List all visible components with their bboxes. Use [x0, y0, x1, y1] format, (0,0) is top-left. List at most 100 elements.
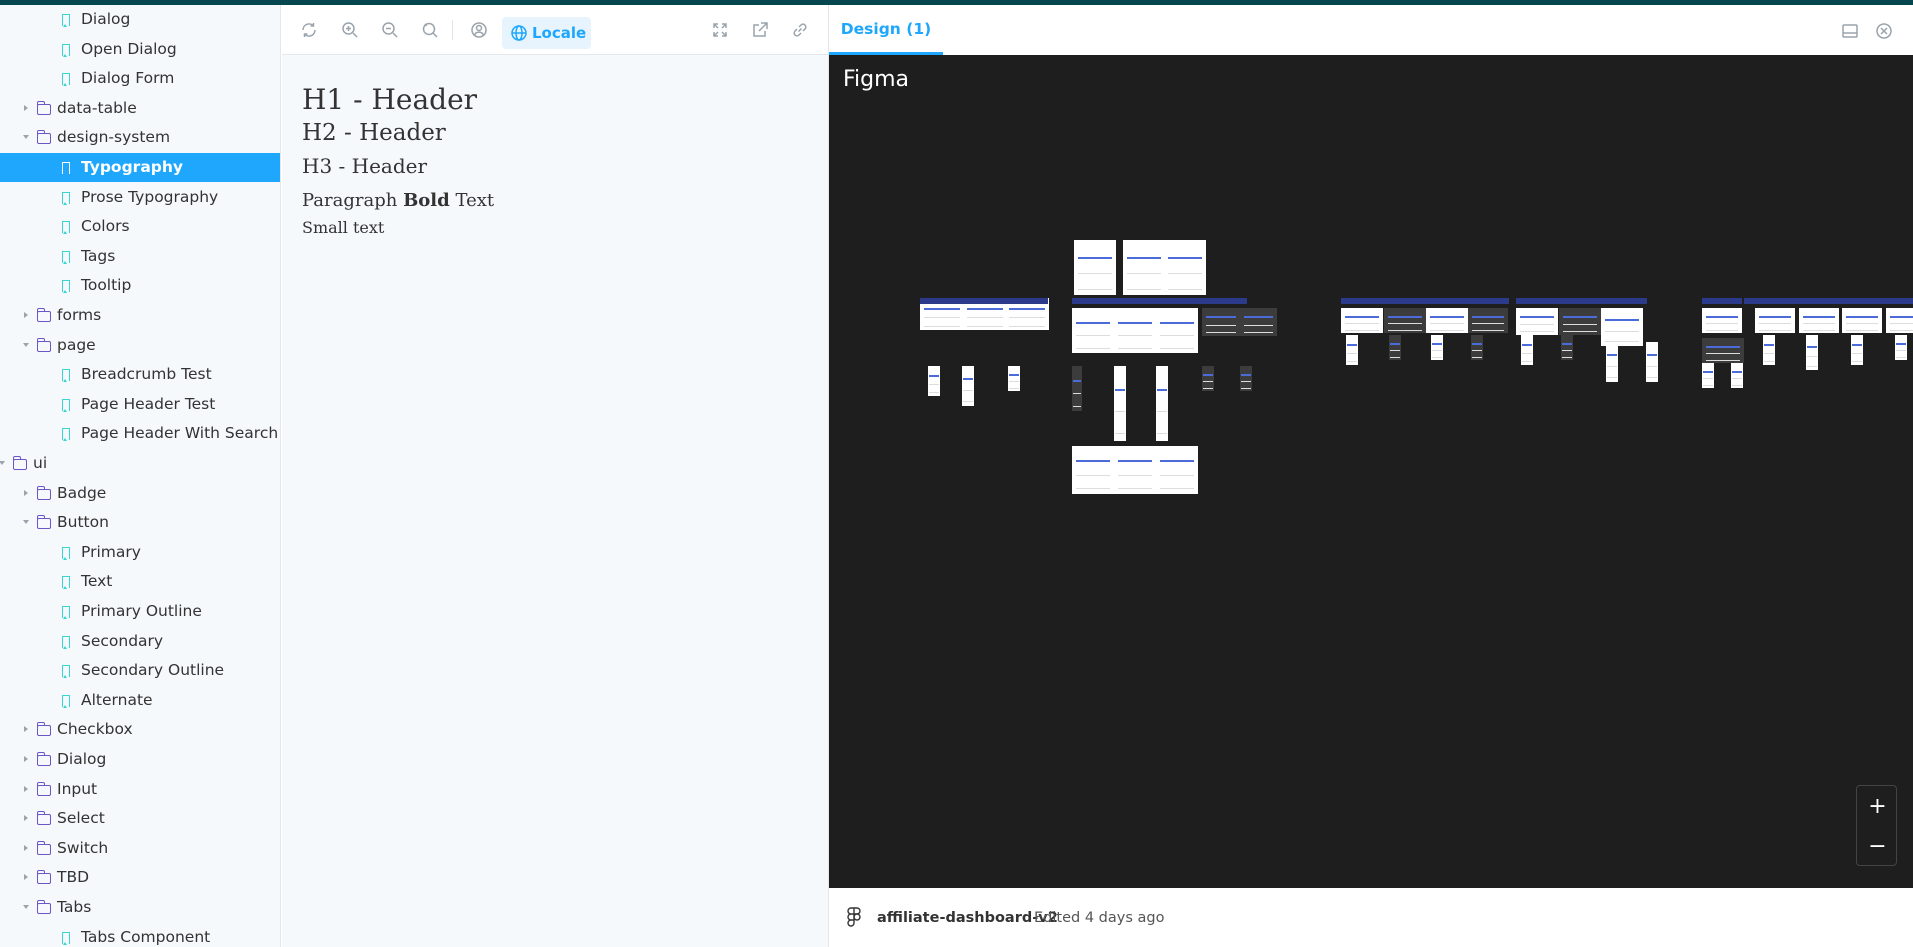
sidebar-item-label: Tabs Component: [81, 927, 211, 946]
preview-paragraph: Paragraph Bold Text: [302, 190, 494, 211]
figma-frame-thumbnail: [1123, 240, 1165, 295]
sidebar-folder[interactable]: Button: [0, 508, 280, 537]
sidebar-item-label: Typography: [81, 158, 184, 176]
figma-frame-thumbnail: [1731, 363, 1743, 388]
figma-frame-thumbnail: [1156, 308, 1198, 353]
sidebar-story[interactable]: Tabs Component: [0, 923, 280, 947]
chevron-right-icon: [22, 104, 30, 112]
sidebar-folder[interactable]: TBD: [0, 863, 280, 892]
open-new-tab-icon[interactable]: [749, 19, 771, 41]
sidebar-story[interactable]: Primary Outline: [0, 597, 280, 626]
zoom-in-button[interactable]: +: [1857, 786, 1898, 826]
folder-icon: [36, 100, 51, 115]
sidebar-folder[interactable]: Badge: [0, 479, 280, 508]
reload-icon[interactable]: [298, 19, 320, 41]
zoom-in-icon[interactable]: [339, 19, 361, 41]
sidebar-folder[interactable]: Tabs: [0, 893, 280, 922]
story-sidebar[interactable]: Dialog Open Dialog Dialog Form data-table de…: [0, 5, 281, 947]
sidebar-story[interactable]: Tags: [0, 242, 280, 271]
sidebar-story[interactable]: Typography: [0, 153, 280, 182]
fullscreen-icon[interactable]: [709, 19, 731, 41]
sidebar-item-label: Secondary: [81, 631, 164, 650]
sidebar-folder[interactable]: Input: [0, 775, 280, 804]
frame-content-lines: [963, 390, 973, 402]
sidebar-story[interactable]: Dialog Form: [0, 64, 280, 93]
figma-frame-thumbnail: [1516, 308, 1558, 335]
chevron-right-icon: [22, 814, 30, 822]
locale-button[interactable]: Locale: [502, 17, 591, 49]
figma-frame-thumbnail: [1072, 366, 1082, 411]
panel-orientation-icon[interactable]: [1840, 21, 1860, 41]
zoom-out-button[interactable]: −: [1857, 826, 1898, 866]
zoom-reset-icon[interactable]: [419, 19, 441, 41]
frame-content-lines: [967, 317, 1003, 327]
zoom-out-icon[interactable]: [379, 19, 401, 41]
frame-content: [1522, 344, 1532, 346]
figma-section-header: [1744, 298, 1913, 304]
figma-frame-thumbnail: [1164, 240, 1206, 295]
chevron-down-icon: [0, 459, 6, 467]
paragraph-text: Paragraph: [302, 190, 398, 211]
frame-content: [1607, 354, 1617, 356]
sidebar-folder[interactable]: design-system: [0, 123, 280, 152]
sidebar-story[interactable]: Alternate: [0, 686, 280, 715]
sidebar-item-label: TBD: [57, 868, 90, 887]
figma-frame-thumbnail: [1202, 366, 1214, 391]
sidebar-story[interactable]: Page Header Test: [0, 390, 280, 419]
frame-content-lines: [1520, 324, 1554, 333]
frame-content-lines: [1157, 411, 1167, 434]
figma-zoom-controls: + −: [1856, 785, 1897, 866]
sidebar-story[interactable]: Breadcrumb Test: [0, 360, 280, 389]
frame-content-lines: [1160, 335, 1194, 349]
sidebar-folder[interactable]: forms: [0, 301, 280, 330]
sidebar-folder[interactable]: Select: [0, 804, 280, 833]
frame-content-lines: [1118, 474, 1152, 490]
sidebar-story[interactable]: Tooltip: [0, 271, 280, 300]
frame-content: [1890, 315, 1913, 318]
canvas-toolbar: Locale: [282, 5, 828, 55]
sidebar-folder[interactable]: ui: [0, 449, 280, 478]
sidebar-story[interactable]: Secondary: [0, 627, 280, 656]
sidebar-item-label: Primary Outline: [81, 602, 202, 620]
frame-content: [1852, 344, 1862, 346]
sidebar-story[interactable]: Secondary Outline: [0, 656, 280, 685]
sidebar-folder[interactable]: Dialog: [0, 745, 280, 774]
sidebar-story[interactable]: Dialog: [0, 5, 280, 34]
sidebar-item-label: Page Header With Search: [81, 424, 279, 443]
locale-label: Locale: [532, 24, 587, 42]
frame-content: [1345, 315, 1379, 318]
tab-design[interactable]: Design (1): [829, 5, 943, 55]
figma-wordmark: Figma: [843, 67, 910, 92]
close-panel-icon[interactable]: [1874, 21, 1894, 41]
sidebar-story[interactable]: Page Header With Search: [0, 419, 280, 448]
sidebar-story[interactable]: Colors: [0, 212, 280, 241]
sidebar-story[interactable]: Open Dialog: [0, 35, 280, 64]
frame-content-lines: [1706, 353, 1740, 361]
frame-content-lines: [1076, 335, 1110, 349]
frame-content-lines: [1160, 474, 1194, 490]
user-icon[interactable]: [468, 19, 490, 41]
frame-content-lines: [1472, 350, 1482, 358]
sidebar-item-label: Input: [57, 779, 98, 798]
frame-content: [1115, 388, 1125, 391]
figma-embed-canvas[interactable]: Figma + −: [829, 55, 1913, 888]
sidebar-story[interactable]: Text: [0, 567, 280, 596]
frame-content-lines: [1115, 411, 1125, 434]
link-icon[interactable]: [789, 19, 811, 41]
sidebar-folder[interactable]: Checkbox: [0, 715, 280, 744]
chevron-right-icon: [22, 489, 30, 497]
figma-frame-thumbnail: [1606, 342, 1618, 382]
bookmark-icon: [62, 43, 70, 57]
frame-content: [1203, 373, 1213, 376]
sidebar-folder[interactable]: Switch: [0, 834, 280, 863]
figma-file-name[interactable]: affiliate-dashboard-v2: [877, 910, 1058, 926]
sidebar-folder[interactable]: page: [0, 331, 280, 360]
bookmark-icon: [62, 14, 70, 27]
frame-content: [1896, 342, 1906, 345]
sidebar-item-label: Checkbox: [57, 720, 133, 739]
sidebar-folder[interactable]: data-table: [0, 94, 280, 123]
frame-content: [1432, 342, 1442, 345]
sidebar-item-label: Dialog: [57, 750, 107, 768]
sidebar-story[interactable]: Primary: [0, 538, 280, 567]
sidebar-story[interactable]: Prose Typography: [0, 183, 280, 212]
